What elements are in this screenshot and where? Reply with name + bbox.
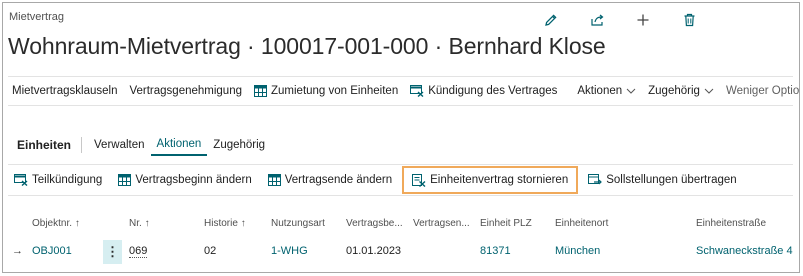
col-nutzungsart[interactable]: Nutzungsart (271, 218, 325, 229)
button-label: Vertragsbeginn ändern (135, 174, 252, 186)
sollstellungen-uebertragen-button[interactable]: Sollstellungen übertragen (582, 168, 742, 192)
tab-zugehoerig[interactable]: Zugehörig (207, 133, 271, 157)
part-title: Einheiten (17, 138, 72, 152)
col-vertragsende[interactable]: Vertragsen... (413, 218, 470, 229)
cell-plz[interactable]: 81371 (480, 245, 511, 257)
menu-label: Aktionen (577, 85, 623, 97)
col-ort[interactable]: Einheitenort (555, 218, 608, 229)
action-label: Vertragsgenehmigung (129, 85, 242, 97)
chevron-down-icon (704, 88, 714, 94)
grid-icon (118, 174, 132, 186)
cell-nr[interactable]: 069 (129, 245, 148, 258)
col-historie[interactable]: Historie ↑ (204, 218, 246, 229)
divider (81, 137, 83, 153)
menu-zugehoerig[interactable]: Zugehörig (642, 77, 720, 105)
page-caption: Mietvertrag (9, 11, 65, 23)
page-title: Wohnraum-Mietvertrag · 100017-001-000 · … (8, 33, 606, 59)
cancel-contract-icon (14, 174, 28, 186)
col-label: Historie (204, 218, 238, 229)
col-objektnr[interactable]: Objektnr. ↑ (32, 218, 80, 229)
sort-asc-icon: ↑ (144, 218, 150, 229)
button-label: Vertragsende ändern (284, 174, 393, 186)
button-label: Einheitenvertrag stornieren (430, 174, 569, 186)
teilkuendigung-button[interactable]: Teilkündigung (8, 168, 108, 192)
part-action-bar: Teilkündigung Vertragsbeginn ändern Vert… (8, 164, 793, 196)
col-vertragsbeginn[interactable]: Vertragsbe... (346, 218, 403, 229)
table-row[interactable]: → OBJ001 ⋮ 069 02 1-WHG 01.01.2023 81371… (8, 240, 793, 264)
action-label: Zumietung von Einheiten (271, 85, 399, 97)
cell-objektnr[interactable]: OBJ001 (32, 245, 72, 257)
action-label: Kündigung des Vertrages (428, 85, 558, 97)
vertragsbeginn-aendern-button[interactable]: Vertragsbeginn ändern (112, 168, 257, 192)
einheitenvertrag-stornieren-button[interactable]: Einheitenvertrag stornieren (402, 166, 579, 194)
void-document-icon (412, 173, 426, 187)
col-label: Nr. (129, 218, 142, 229)
col-strasse[interactable]: Einheitenstraße (696, 218, 766, 229)
cell-nutzungsart[interactable]: 1-WHG (271, 245, 308, 257)
action-kuendigung[interactable]: Kündigung des Vertrages (404, 77, 563, 105)
row-arrow-icon: → (12, 245, 23, 257)
add-icon[interactable] (631, 9, 655, 31)
grid-icon (254, 85, 267, 97)
units-part: Einheiten Verwalten Aktionen Zugehörig T… (8, 133, 793, 272)
action-label: Mietvertragsklauseln (12, 85, 118, 97)
link-label: Weniger Optionen (725, 85, 800, 97)
transfer-icon (588, 174, 603, 186)
sort-asc-icon: ↑ (240, 218, 246, 229)
header-actions (539, 9, 723, 31)
action-zumietung[interactable]: Zumietung von Einheiten (248, 77, 404, 105)
sort-asc-icon: ↑ (74, 218, 80, 229)
col-label: Objektnr. (32, 218, 73, 229)
action-mietvertragsklauseln[interactable]: Mietvertragsklauseln (8, 77, 123, 105)
page-header: Mietvertrag Wohnraum-Mietvertrag · 10001… (3, 3, 799, 71)
tab-verwalten[interactable]: Verwalten (88, 133, 151, 157)
button-label: Teilkündigung (32, 174, 103, 186)
vertragsende-aendern-button[interactable]: Vertragsende ändern (262, 168, 398, 192)
cell-strasse[interactable]: Schwaneckstraße 4 (696, 245, 793, 257)
edit-icon[interactable] (539, 9, 563, 31)
button-label: Sollstellungen übertragen (606, 174, 737, 186)
col-plz[interactable]: Einheit PLZ (480, 218, 532, 229)
menu-aktionen[interactable]: Aktionen (571, 77, 642, 105)
col-nr[interactable]: Nr. ↑ (129, 218, 150, 229)
action-bar: Mietvertragsklauseln Vertragsgenehmigung… (8, 76, 799, 106)
page-frame: Mietvertrag Wohnraum-Mietvertrag · 10001… (2, 2, 800, 273)
tab-aktionen[interactable]: Aktionen (150, 134, 208, 156)
chevron-down-icon (626, 88, 636, 94)
menu-label: Zugehörig (648, 85, 700, 97)
delete-icon[interactable] (677, 9, 701, 31)
grid-icon (267, 174, 281, 186)
action-vertragsgenehmigung[interactable]: Vertragsgenehmigung (123, 77, 248, 105)
cell-historie: 02 (204, 245, 217, 257)
less-options-link[interactable]: Weniger Optionen (720, 77, 800, 105)
row-menu-button[interactable]: ⋮ (103, 240, 122, 264)
cell-ort[interactable]: München (555, 245, 600, 257)
cancel-contract-icon (410, 85, 424, 97)
table-header: Objektnr. ↑ Nr. ↑ Historie ↑ Nutzungsart… (8, 218, 793, 236)
part-tabs: Einheiten Verwalten Aktionen Zugehörig (8, 133, 793, 157)
share-icon[interactable] (585, 9, 609, 31)
cell-vertragsbeginn: 01.01.2023 (346, 245, 402, 257)
